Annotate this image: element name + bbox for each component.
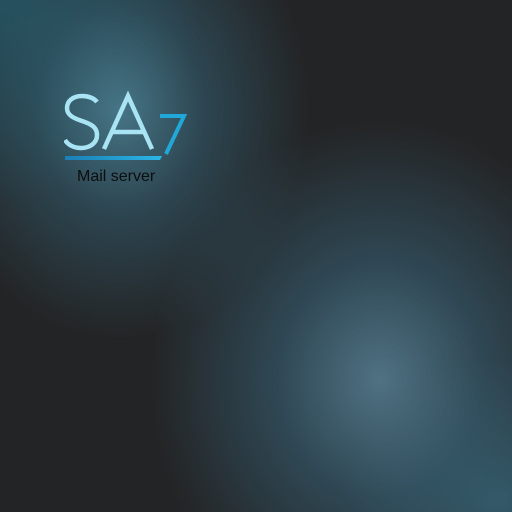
sa7-logo: Mail server — [64, 90, 194, 190]
sa7-logo-mark — [64, 90, 188, 160]
desktop-background — [0, 0, 512, 512]
logo-caption: Mail server — [77, 168, 156, 185]
